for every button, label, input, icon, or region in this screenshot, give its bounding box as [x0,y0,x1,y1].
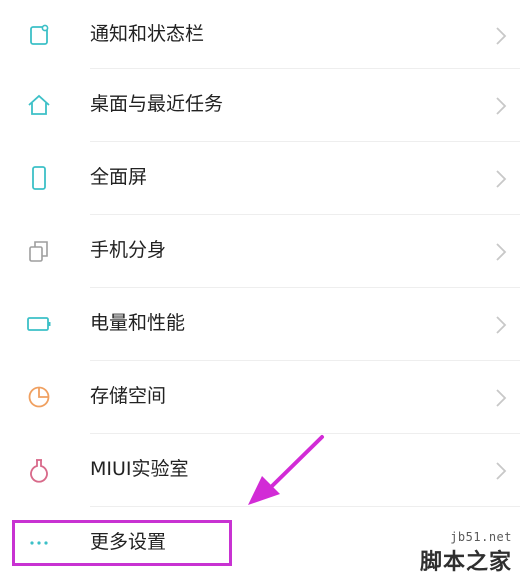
watermark-name: 脚本之家 [419,549,512,575]
watermark: jb51.net 脚本之家 [420,530,512,576]
watermark-url: jb51.net [450,530,512,544]
annotation-arrow-icon [248,435,324,505]
